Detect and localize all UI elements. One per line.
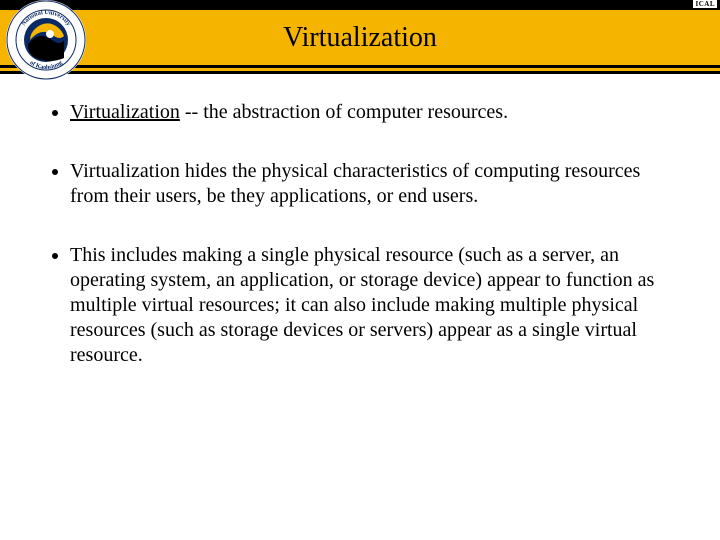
bullet-3: This includes making a single physical r… <box>70 243 684 368</box>
bullet-1: Virtualization -- the abstraction of com… <box>70 100 684 125</box>
corner-tag: ICAL <box>693 0 717 8</box>
bullet-1-term: Virtualization <box>70 101 180 123</box>
slide-title: Virtualization <box>0 22 720 54</box>
bullet-1-rest: -- the abstraction of computer resources… <box>180 101 508 123</box>
divider-black-2 <box>0 71 720 74</box>
content-area: Virtualization -- the abstraction of com… <box>44 100 684 402</box>
bullet-2: Virtualization hides the physical charac… <box>70 159 684 209</box>
slide: ICAL National University of Kaohsiung Vi… <box>0 0 720 540</box>
top-black-bar <box>0 0 720 10</box>
